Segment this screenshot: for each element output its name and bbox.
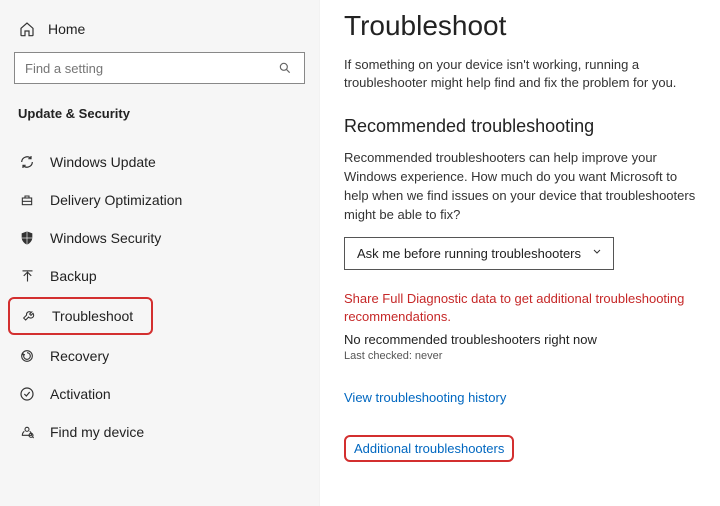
- find-device-icon: [18, 423, 36, 441]
- section-description: Recommended troubleshooters can help imp…: [344, 149, 702, 224]
- check-circle-icon: [18, 385, 36, 403]
- sidebar-item-label: Windows Security: [50, 230, 161, 246]
- home-label: Home: [48, 21, 85, 37]
- search-input-container[interactable]: [14, 52, 305, 84]
- sidebar-item-label: Backup: [50, 268, 97, 284]
- view-history-link[interactable]: View troubleshooting history: [344, 390, 506, 405]
- sidebar-item-label: Activation: [50, 386, 111, 402]
- additional-troubleshooters-link[interactable]: Additional troubleshooters: [354, 441, 504, 456]
- section-heading: Recommended troubleshooting: [344, 116, 702, 137]
- sidebar-item-label: Delivery Optimization: [50, 192, 182, 208]
- troubleshooter-status: No recommended troubleshooters right now: [344, 332, 702, 347]
- sidebar-item-find-my-device[interactable]: Find my device: [0, 413, 319, 451]
- sidebar-nav: Windows Update Delivery Optimization Win…: [0, 139, 319, 451]
- sidebar-section-title: Update & Security: [0, 98, 319, 139]
- sync-icon: [18, 153, 36, 171]
- sidebar-item-windows-update[interactable]: Windows Update: [0, 143, 319, 181]
- main-panel: Troubleshoot If something on your device…: [320, 0, 720, 506]
- sidebar-item-backup[interactable]: Backup: [0, 257, 319, 295]
- home-icon: [18, 20, 36, 38]
- page-title: Troubleshoot: [344, 10, 702, 42]
- chevron-down-icon: [591, 246, 603, 261]
- shield-icon: [18, 229, 36, 247]
- dropdown-value: Ask me before running troubleshooters: [357, 246, 581, 261]
- sidebar-item-label: Recovery: [50, 348, 109, 364]
- sidebar-item-label: Troubleshoot: [52, 308, 133, 324]
- recovery-icon: [18, 347, 36, 365]
- search-input[interactable]: [25, 61, 276, 76]
- settings-sidebar: Home Update & Security Windows Update De…: [0, 0, 320, 506]
- backup-icon: [18, 267, 36, 285]
- sidebar-item-windows-security[interactable]: Windows Security: [0, 219, 319, 257]
- wrench-icon: [20, 307, 38, 325]
- troubleshoot-preference-dropdown[interactable]: Ask me before running troubleshooters: [344, 237, 614, 270]
- sidebar-item-delivery-optimization[interactable]: Delivery Optimization: [0, 181, 319, 219]
- sidebar-item-label: Find my device: [50, 424, 144, 440]
- page-lead: If something on your device isn't workin…: [344, 56, 702, 92]
- sidebar-item-recovery[interactable]: Recovery: [0, 337, 319, 375]
- sidebar-item-activation[interactable]: Activation: [0, 375, 319, 413]
- sidebar-item-troubleshoot[interactable]: Troubleshoot: [8, 297, 153, 335]
- delivery-icon: [18, 191, 36, 209]
- sidebar-item-label: Windows Update: [50, 154, 156, 170]
- diagnostic-warning: Share Full Diagnostic data to get additi…: [344, 290, 702, 326]
- additional-troubleshooters-highlight: Additional troubleshooters: [344, 435, 514, 462]
- last-checked-label: Last checked: never: [344, 350, 702, 362]
- search-icon: [276, 59, 294, 77]
- sidebar-home[interactable]: Home: [0, 12, 319, 48]
